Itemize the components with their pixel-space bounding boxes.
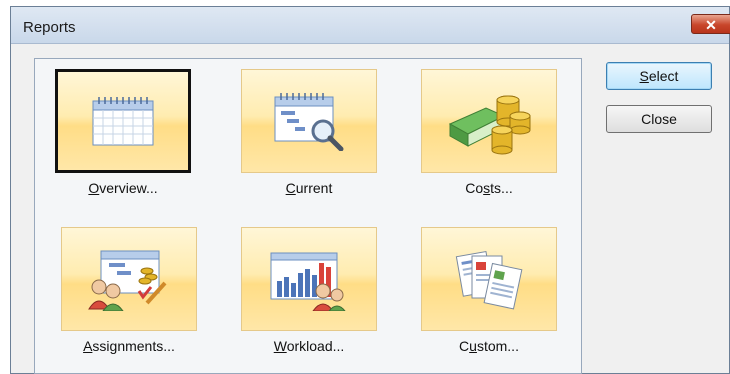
close-icon: ✕ <box>705 17 717 33</box>
select-button[interactable]: Select <box>606 62 712 90</box>
tile-label-overview[interactable]: Overview... <box>48 180 198 196</box>
tile-workload[interactable] <box>241 227 377 331</box>
reports-dialog: Reports ✕ Overview... Current Costs... A… <box>10 6 730 374</box>
calendar-grid-icon <box>92 97 154 146</box>
tile-assignments[interactable] <box>61 227 197 331</box>
window-title: Reports <box>23 19 76 36</box>
tile-current[interactable] <box>241 69 377 173</box>
money-coins-icon <box>448 95 531 155</box>
tile-label-workload[interactable]: Workload... <box>234 338 384 354</box>
assignments-people-icon <box>88 250 167 311</box>
report-categories-panel: Overview... Current Costs... Assignments… <box>34 58 582 374</box>
tile-label-custom[interactable]: Custom... <box>414 338 564 354</box>
tile-label-assignments[interactable]: Assignments... <box>54 338 204 354</box>
close-window-button[interactable]: ✕ <box>691 14 730 34</box>
tile-label-current[interactable]: Current <box>234 180 384 196</box>
tile-costs[interactable] <box>421 69 557 173</box>
custom-documents-icon <box>455 250 523 310</box>
tile-label-costs[interactable]: Costs... <box>414 180 564 196</box>
close-button[interactable]: Close <box>606 105 712 133</box>
calendar-search-icon <box>274 93 344 151</box>
dialog-content: Overview... Current Costs... Assignments… <box>11 44 729 374</box>
title-bar[interactable]: Reports ✕ <box>11 7 730 44</box>
tile-overview[interactable] <box>55 69 191 173</box>
tile-custom[interactable] <box>421 227 557 331</box>
workload-chart-icon <box>270 252 346 311</box>
